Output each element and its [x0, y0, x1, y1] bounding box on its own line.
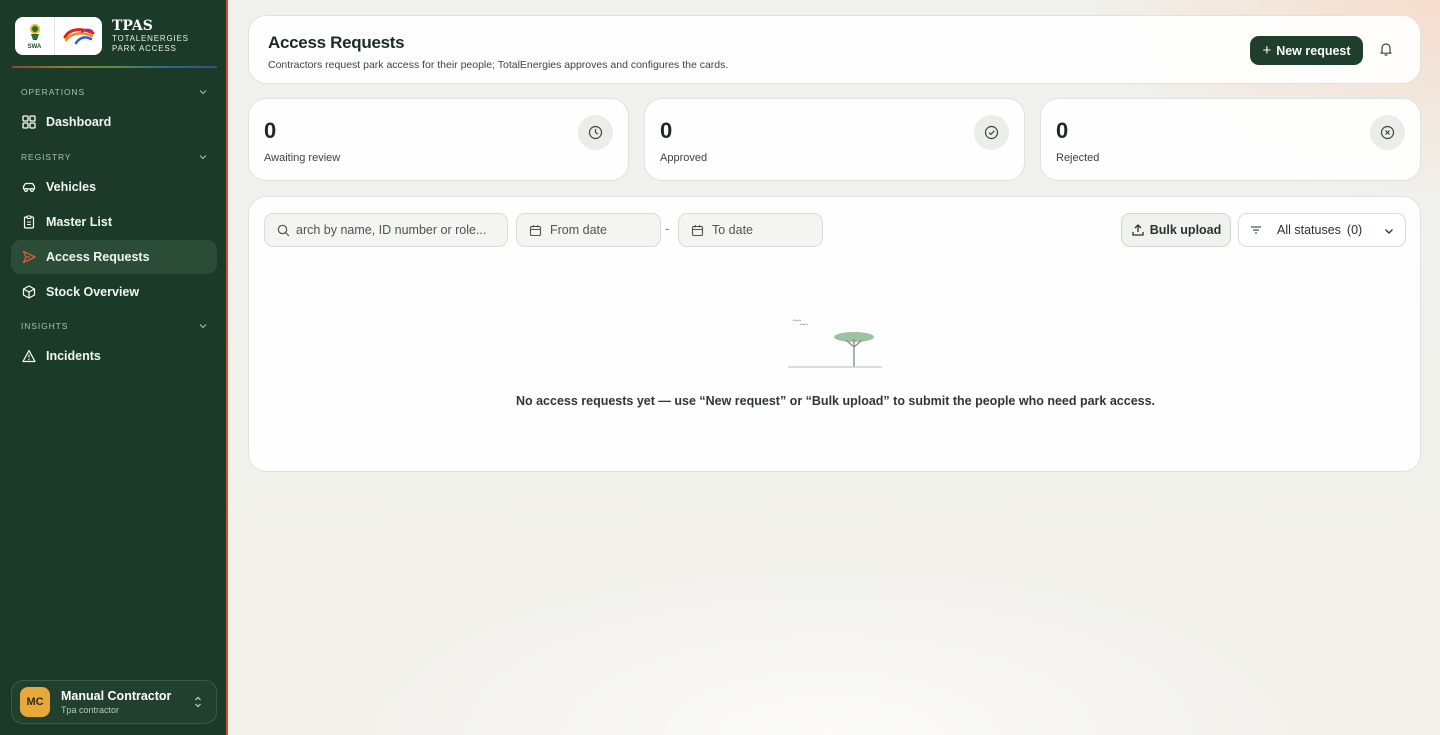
sidebar-item-stock-overview[interactable]: Stock Overview — [11, 275, 217, 309]
calendar-icon — [691, 224, 704, 236]
stat-value: 0 — [264, 118, 277, 143]
bell-icon[interactable] — [1378, 41, 1394, 57]
warning-icon — [22, 349, 36, 363]
sidebar-item-incidents[interactable]: Incidents — [11, 339, 217, 373]
requests-panel: arch by name, ID number or role... From … — [248, 196, 1421, 472]
sidebar-item-label: Access Requests — [46, 250, 150, 264]
to-date-placeholder: To date — [712, 223, 754, 237]
chevron-down-icon — [199, 324, 207, 329]
x-circle-icon — [1370, 115, 1405, 150]
status-label: All statuses — [1277, 223, 1341, 237]
chevron-down-icon — [1385, 229, 1393, 234]
stat-label: Approved — [660, 152, 708, 164]
avatar: MC — [20, 687, 50, 717]
brand[interactable]: SWA TPAS TOTALENERGIES PARK ACCESS — [15, 16, 215, 56]
box-icon — [22, 285, 36, 299]
sidebar-item-label: Dashboard — [46, 115, 112, 129]
stat-value: 0 — [1056, 118, 1069, 143]
filter-icon — [1251, 226, 1261, 234]
stat-label: Rejected — [1056, 152, 1100, 164]
stat-value: 0 — [660, 118, 673, 143]
brand-divider — [12, 66, 217, 68]
page-header: Access Requests Contractors request park… — [248, 15, 1421, 84]
upload-icon — [1132, 224, 1144, 236]
user-meta: Manual Contractor Tpa contractor — [61, 689, 191, 716]
status-filter-select[interactable]: All statuses (0) — [1238, 213, 1406, 247]
sidebar-item-access-requests[interactable]: Access Requests — [11, 240, 217, 274]
sidebar-item-master-list[interactable]: Master List — [11, 205, 217, 239]
stat-card-rejected: 0 Rejected — [1040, 98, 1421, 181]
section-label: REGISTRY — [21, 152, 72, 162]
from-date-input[interactable]: From date — [516, 213, 661, 247]
chevron-down-icon — [199, 90, 207, 95]
new-request-label: New request — [1276, 43, 1351, 58]
user-name: Manual Contractor — [61, 688, 172, 703]
stat-card-awaiting: 0 Awaiting review — [248, 98, 629, 181]
totalenergies-logo-icon — [63, 28, 94, 45]
search-input[interactable]: arch by name, ID number or role... — [264, 213, 508, 247]
sidebar-item-label: Stock Overview — [46, 285, 140, 299]
section-registry[interactable]: REGISTRY — [21, 150, 207, 164]
sidebar-item-label: Incidents — [46, 349, 101, 363]
bulk-upload-button[interactable]: Bulk upload — [1121, 213, 1231, 247]
stat-card-approved: 0 Approved — [644, 98, 1025, 181]
sidebar-item-label: Vehicles — [46, 180, 97, 194]
section-label: INSIGHTS — [21, 321, 69, 331]
plus-icon: + — [1262, 42, 1272, 59]
date-range-separator: - — [665, 221, 670, 236]
page-subtitle: Contractors request park access for thei… — [268, 59, 729, 71]
search-icon — [277, 224, 290, 236]
totalenergies-logo — [55, 26, 102, 46]
status-count: (0) — [1346, 223, 1363, 237]
brand-title: TPAS — [112, 17, 153, 34]
sidebar: SWA TPAS TOTALENERGIES PARK ACCESS OPERA… — [0, 0, 228, 735]
check-circle-icon — [974, 115, 1009, 150]
acacia-illustration-icon — [788, 319, 882, 368]
section-insights[interactable]: INSIGHTS — [21, 319, 207, 333]
grid-icon — [22, 115, 36, 129]
swa-text: SWA — [27, 43, 42, 50]
sidebar-item-dashboard[interactable]: Dashboard — [11, 105, 217, 139]
brand-subtitle-2: PARK ACCESS — [112, 43, 177, 53]
chevron-down-icon — [199, 155, 207, 160]
user-role: Tpa contractor — [61, 704, 120, 715]
logo-box: SWA — [15, 17, 102, 55]
brand-text: TPAS TOTALENERGIES PARK ACCESS — [112, 17, 189, 54]
page-title: Access Requests — [268, 33, 405, 52]
seal-icon — [29, 23, 40, 40]
to-date-input[interactable]: To date — [678, 213, 823, 247]
new-request-button[interactable]: + New request — [1250, 36, 1363, 65]
swa-logo: SWA — [15, 17, 55, 55]
bulk-upload-label: Bulk upload — [1149, 223, 1222, 237]
clock-icon — [578, 115, 613, 150]
sidebar-item-vehicles[interactable]: Vehicles — [11, 170, 217, 204]
car-icon — [22, 182, 36, 192]
sidebar-item-label: Master List — [46, 215, 112, 229]
from-date-placeholder: From date — [550, 223, 607, 237]
brand-subtitle-1: TOTALENERGIES — [112, 33, 189, 43]
empty-state-message: No access requests yet — use “New reques… — [515, 394, 1156, 408]
chevrons-up-down-icon — [195, 696, 201, 708]
section-label: OPERATIONS — [21, 87, 86, 97]
search-text: arch by name, ID number or role... — [296, 223, 487, 237]
calendar-icon — [529, 224, 542, 236]
clipboard-icon — [23, 215, 35, 229]
user-menu[interactable]: MC Manual Contractor Tpa contractor — [11, 680, 217, 724]
section-operations[interactable]: OPERATIONS — [21, 85, 207, 99]
send-icon — [22, 250, 36, 264]
stat-label: Awaiting review — [264, 152, 341, 164]
